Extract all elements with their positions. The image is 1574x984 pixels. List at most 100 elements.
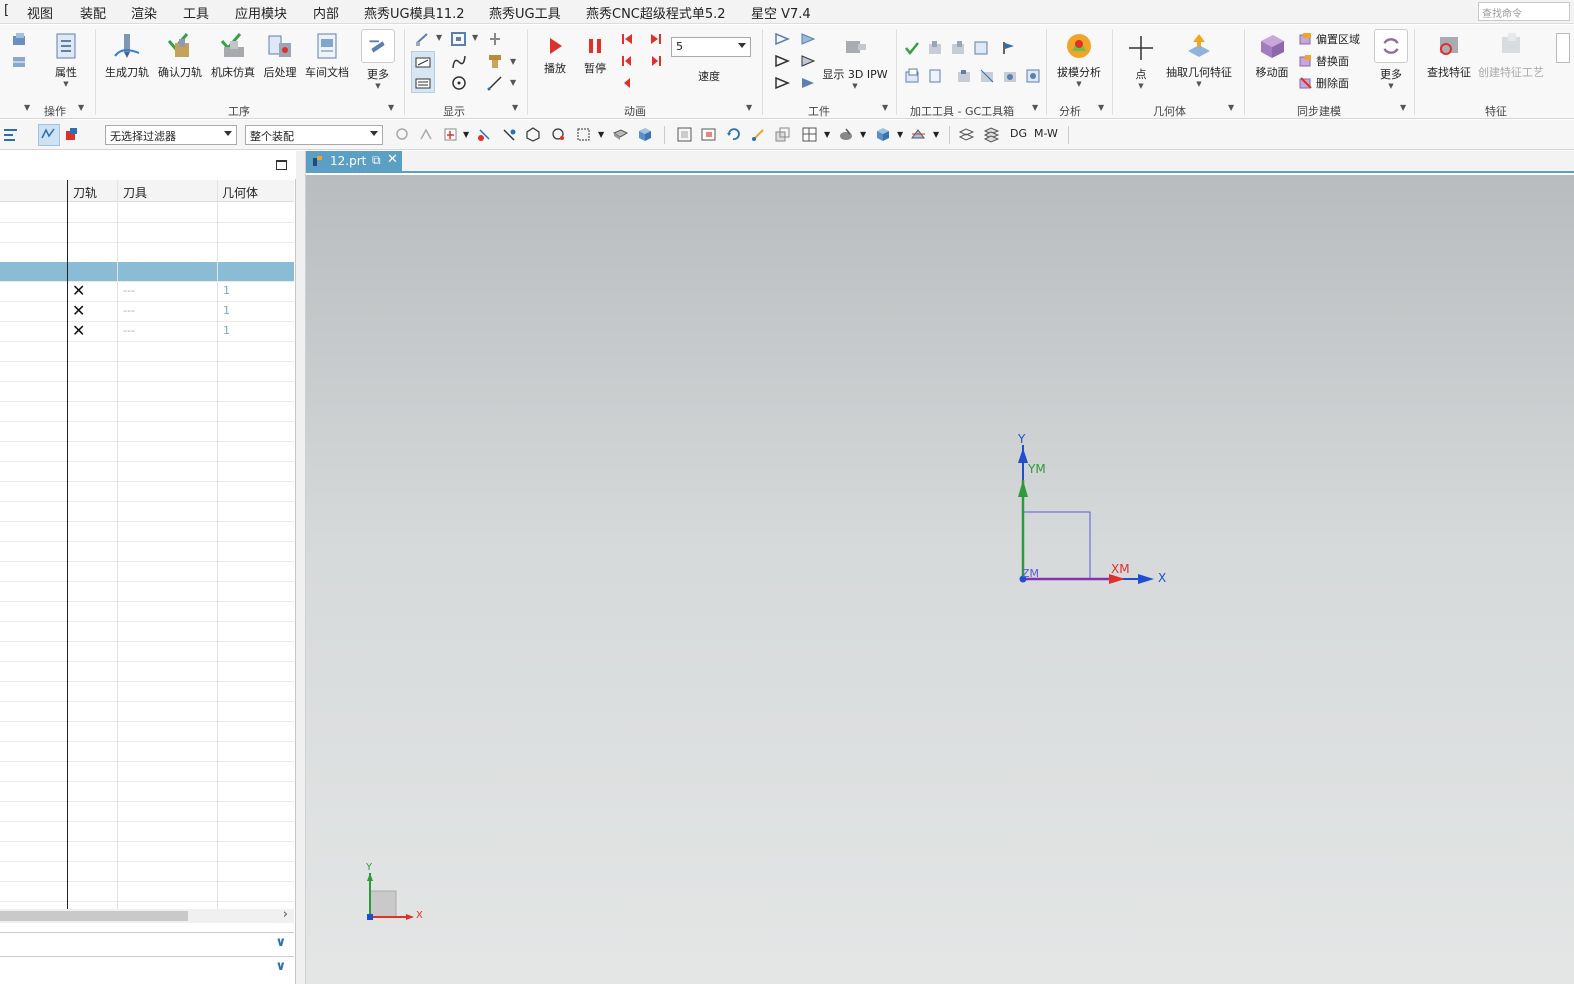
gc-icon-6[interactable] [903, 67, 921, 85]
table-row[interactable] [0, 782, 294, 802]
table-row[interactable] [0, 662, 294, 682]
table-row[interactable] [0, 622, 294, 642]
table-row[interactable] [0, 882, 294, 902]
table-row[interactable] [0, 203, 294, 223]
display-icon-1[interactable] [414, 30, 432, 48]
rewind-icon[interactable] [618, 74, 636, 92]
extract-geometry-button[interactable]: 抽取几何特征 ▼ [1164, 31, 1234, 88]
workpiece-icon-1[interactable] [773, 30, 791, 48]
workpiece-icon-2[interactable] [799, 30, 817, 48]
table-row[interactable] [0, 562, 294, 582]
table-row[interactable] [0, 582, 294, 602]
more-process-button[interactable]: 更多 ▼ [359, 29, 397, 90]
display-icon-2[interactable] [450, 30, 468, 48]
table-row[interactable] [0, 223, 294, 243]
pause-button[interactable]: 暂停 [580, 35, 610, 76]
snap-icon-4[interactable] [476, 126, 493, 143]
layer-icon-1[interactable] [958, 126, 975, 143]
table-row[interactable]: ✕ --- 1 [0, 281, 294, 302]
dependencies-panel-toggle[interactable]: ∨ [0, 956, 294, 978]
select-toolpath-icon[interactable] [40, 126, 57, 143]
menu-yanxiu-tools[interactable]: 燕秀UG工具 [489, 3, 561, 22]
graphics-viewport[interactable]: Y YM ZM XM X Y X [306, 175, 1574, 984]
attributes-button[interactable]: 属性 ▼ [48, 31, 84, 88]
table-row[interactable] [0, 802, 294, 822]
menu-internal[interactable]: 内部 [313, 3, 339, 22]
table-row[interactable] [0, 842, 294, 862]
display-dropdown[interactable]: ▼ [512, 103, 518, 112]
create-feature-process-button[interactable]: 创建特征工艺 [1478, 31, 1544, 80]
table-row[interactable] [0, 862, 294, 882]
workpiece-dropdown[interactable]: ▼ [882, 103, 888, 112]
display-icon-5[interactable] [414, 74, 432, 92]
table-row[interactable] [0, 442, 294, 462]
view-icon-1[interactable] [612, 126, 629, 143]
display-icon-4[interactable] [414, 53, 432, 71]
generate-toolpath-button[interactable]: 生成刀轨 [103, 31, 151, 80]
snap-icon-6[interactable] [525, 126, 542, 143]
fit-icon[interactable] [676, 126, 693, 143]
menu-assembly[interactable]: 装配 [80, 3, 106, 22]
render-style-icon[interactable] [838, 126, 855, 143]
table-row[interactable] [0, 382, 294, 402]
table-row-selected[interactable] [0, 262, 294, 282]
menu-xingkong[interactable]: 星空 V7.4 [751, 3, 811, 22]
snap-icon-2[interactable] [418, 126, 435, 143]
column-toolpath[interactable]: 刀轨 [73, 184, 97, 201]
table-row[interactable] [0, 243, 294, 263]
operation-group-dropdown[interactable]: ▼ [24, 103, 30, 112]
gc-icon-9[interactable] [978, 67, 996, 85]
table-row[interactable] [0, 722, 294, 742]
gc-icon-11[interactable] [1024, 67, 1042, 85]
mw-button[interactable]: M-W [1034, 127, 1058, 140]
workpiece-icon-6[interactable] [799, 74, 817, 92]
menu-view[interactable]: 视图 [27, 3, 53, 22]
workpiece-icon-4[interactable] [799, 52, 817, 70]
postprocess-button[interactable]: 后处理 [260, 31, 300, 80]
table-row[interactable] [0, 362, 294, 382]
animation-dropdown[interactable]: ▼ [746, 103, 752, 112]
show-3d-ipw-button[interactable]: 显示 3D IPW ▼ [822, 33, 888, 90]
verify-toolpath-button[interactable]: 确认刀轨 [156, 31, 204, 80]
offset-region-button[interactable]: 偏置区域 [1316, 31, 1360, 47]
section-icon[interactable] [910, 126, 927, 143]
details-panel-toggle[interactable]: ∨ [0, 932, 294, 954]
column-tool[interactable]: 刀具 [123, 184, 147, 201]
circle-point-icon[interactable] [450, 74, 468, 92]
zoom-icon[interactable] [700, 126, 717, 143]
dg-button[interactable]: DG [1010, 127, 1027, 140]
step-back-icon[interactable] [618, 52, 636, 70]
table-row[interactable] [0, 822, 294, 842]
table-row[interactable] [0, 742, 294, 762]
sync-dropdown[interactable]: ▼ [1400, 103, 1406, 112]
more-sync-button[interactable]: 更多 ▼ [1372, 29, 1410, 90]
horizontal-scrollbar[interactable]: › [0, 907, 294, 923]
find-feature-button[interactable]: 查找特征 [1424, 31, 1474, 80]
speed-select[interactable]: 5 [671, 37, 751, 57]
operation-dropdown[interactable]: ▼ [78, 103, 84, 112]
table-row[interactable] [0, 402, 294, 422]
table-row[interactable] [0, 502, 294, 522]
scrollbar-thumb[interactable] [0, 911, 188, 921]
menu-applications[interactable]: 应用模块 [235, 3, 287, 22]
table-row[interactable] [0, 462, 294, 482]
workpiece-icon-5[interactable] [773, 74, 791, 92]
scroll-right-icon[interactable]: › [283, 907, 288, 922]
analysis-dropdown[interactable]: ▼ [1098, 103, 1104, 112]
gc-icon-5[interactable] [1000, 39, 1018, 57]
table-row[interactable] [0, 682, 294, 702]
play-button[interactable]: 播放 [540, 35, 570, 76]
snap-icon-3[interactable] [442, 126, 459, 143]
table-row[interactable]: ✕ --- 1 [0, 301, 294, 322]
table-row[interactable] [0, 702, 294, 722]
workpiece-icon-3[interactable] [773, 52, 791, 70]
panel-splitter[interactable] [296, 151, 306, 984]
gc-icon-3[interactable] [949, 39, 967, 57]
maximize-icon[interactable] [276, 160, 287, 170]
gc-dropdown[interactable]: ▼ [1032, 103, 1038, 112]
tab-popout-icon[interactable]: ⧉ [372, 153, 381, 168]
layer-icon-2[interactable] [983, 126, 1000, 143]
table-row[interactable] [0, 342, 294, 362]
menu-overflow[interactable]: [ [4, 3, 9, 18]
display-icon-3[interactable] [486, 30, 504, 48]
